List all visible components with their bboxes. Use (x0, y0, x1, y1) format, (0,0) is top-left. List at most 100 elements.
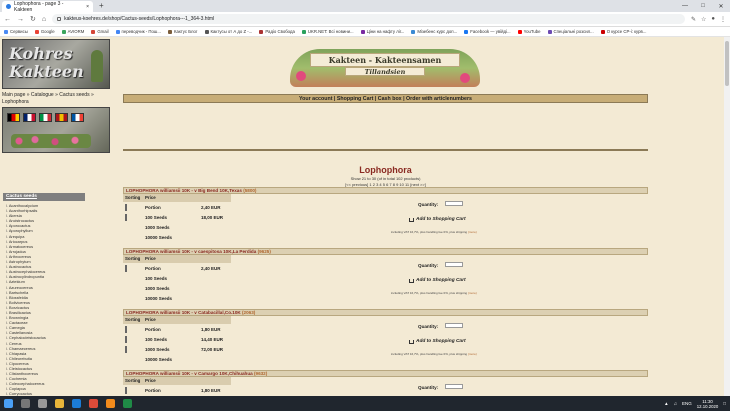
breadcrumb-link[interactable]: Lophophora (2, 99, 29, 105)
es-flag-icon[interactable] (55, 113, 68, 122)
scrollbar-thumb[interactable] (725, 41, 729, 86)
language-indicator[interactable]: ENG (682, 401, 692, 406)
quantity-input[interactable] (445, 384, 463, 389)
bookmark-item[interactable]: О курсе СР-і: курв... (600, 29, 646, 34)
add-to-cart-button[interactable]: Add to Shopping Cart (409, 216, 466, 223)
product-title[interactable]: LOPHOPHORA williamsii 10K - v Catabacill… (123, 309, 648, 316)
browser-tab[interactable]: Lophophora - page 3 - Kakteen × (2, 1, 93, 13)
bookmark-item[interactable]: Радіо Свобода (259, 29, 295, 34)
start-icon[interactable] (4, 399, 13, 408)
product-name[interactable]: LOPHOPHORA williamsii 10K - v Camargo 10… (126, 371, 253, 376)
cart-icon (409, 278, 414, 283)
product-title[interactable]: LOPHOPHORA williamsii 10K - v Camargo 10… (123, 370, 648, 377)
maximize-icon[interactable]: □ (694, 0, 712, 12)
product-name[interactable]: LOPHOPHORA williamsii 10K - v caespitosa… (126, 249, 256, 254)
excel-icon[interactable] (123, 399, 132, 408)
option-price: 1,80 EUR (201, 387, 221, 393)
reload-icon[interactable]: ↻ (30, 15, 36, 23)
option-checkbox[interactable] (125, 386, 127, 394)
volume-icon[interactable]: ♫ (674, 401, 677, 406)
minimize-icon[interactable]: — (676, 0, 694, 12)
bookmark-item[interactable]: Facebook — увійді... (464, 29, 511, 34)
bookmark-icon (411, 29, 416, 34)
network-icon[interactable]: ▲ (664, 401, 668, 406)
breadcrumb-link[interactable]: Main page (2, 92, 25, 98)
cart-icon (409, 217, 414, 222)
bookmark-item[interactable]: переводчик - Пош... (115, 29, 161, 34)
bookmark-item[interactable]: UKR.NET: Всі новини... (301, 29, 354, 34)
profile-icon[interactable]: ● (711, 16, 715, 23)
bookmark-item[interactable]: AVIORM (61, 29, 84, 34)
menu-icon[interactable]: ⋮ (720, 16, 726, 23)
product-name[interactable]: LOPHOPHORA williamsii 10K - v Big Bend 1… (126, 188, 242, 193)
gb-flag-icon[interactable] (23, 113, 36, 122)
url-input[interactable]: kakteus-koehres.de/shop/Cactus-seeds/Lop… (52, 14, 685, 24)
quantity-input[interactable] (445, 323, 463, 328)
option-checkbox[interactable] (125, 335, 127, 343)
bookmark-item[interactable]: Мізебенс курс доп... (411, 29, 457, 34)
option-checkbox[interactable] (125, 264, 127, 272)
option-label: Portion (145, 204, 161, 210)
more-link[interactable]: (more) (468, 291, 477, 295)
new-tab-button[interactable]: + (99, 1, 104, 10)
it-flag-icon[interactable] (39, 113, 52, 122)
de-flag-icon[interactable] (7, 113, 20, 122)
breadcrumb-link[interactable]: Catalogue (31, 92, 54, 98)
notifications-icon[interactable]: □ (723, 401, 726, 406)
sorting-header: Sorting (125, 378, 141, 383)
add-to-cart-button[interactable]: Add to Shopping Cart (409, 277, 466, 284)
page-scrollbar[interactable] (724, 37, 730, 396)
forward-icon[interactable]: → (17, 16, 24, 23)
fr-flag-icon[interactable] (71, 113, 84, 122)
vat-note-text: including VAT 16,7%, plus handling fee 0… (391, 291, 468, 295)
edge-icon[interactable] (72, 399, 81, 408)
tab-close-icon[interactable]: × (86, 4, 89, 10)
site-logo[interactable]: Kohres Kakteen (2, 39, 110, 89)
bookmark-item[interactable]: Gmail (91, 29, 109, 34)
bookmark-item[interactable]: Ціни на нафту ліг... (360, 29, 404, 34)
breadcrumb-link[interactable]: Cactus seeds (59, 92, 89, 98)
translate-icon[interactable]: ✎ (691, 16, 696, 23)
quantity-input[interactable] (445, 262, 463, 267)
firefox-icon[interactable] (106, 399, 115, 408)
product-title[interactable]: LOPHOPHORA williamsii 10K - v Big Bend 1… (123, 187, 648, 194)
window-close-icon[interactable]: ✕ (712, 0, 730, 12)
home-icon[interactable]: ⌂ (42, 16, 46, 23)
option-price: 2,40 EUR (201, 265, 221, 271)
more-link[interactable]: (more) (468, 352, 477, 356)
bookmark-item[interactable]: Кактус Блог (167, 29, 198, 34)
task-view-icon[interactable] (38, 399, 47, 408)
clock-date: 12.10.2020 (696, 403, 719, 409)
product-code: (5800) (243, 188, 257, 193)
option-checkbox[interactable] (125, 325, 127, 333)
explorer-icon[interactable] (55, 399, 64, 408)
option-checkbox[interactable] (125, 213, 127, 221)
price-table: Sorting Price Portion 2,40 EUR 100 Seeds 18,0… (123, 194, 231, 242)
search-icon[interactable] (21, 399, 30, 408)
product-name[interactable]: LOPHOPHORA williamsii 10K - v Catabacill… (126, 310, 241, 315)
bookmark-label: Gmail (97, 29, 109, 34)
quantity-input[interactable] (445, 201, 463, 206)
top-nav[interactable]: Your account | Shopping Cart | Cash box … (123, 94, 648, 103)
bookmark-item[interactable]: Google (34, 29, 55, 34)
sidebar-title[interactable]: Cactus seeds (3, 193, 85, 201)
add-to-cart-button[interactable]: Add to Shopping Cart (409, 338, 466, 345)
bookmark-item[interactable]: YouTube (517, 29, 541, 34)
bookmark-label: Мізебенс курс доп... (417, 29, 458, 34)
option-checkbox[interactable] (125, 345, 127, 353)
bookmark-item[interactable]: Кактусы от А до Z -... (204, 29, 252, 34)
cactus-icon (91, 50, 103, 82)
bookmark-item[interactable]: Спеціальні розсил... (547, 29, 594, 34)
option-checkbox[interactable] (125, 203, 127, 211)
bookmark-item[interactable]: Сервисы (4, 29, 28, 34)
clock[interactable]: 11:30 12.10.2020 (697, 399, 719, 409)
star-icon[interactable]: ☆ (701, 16, 706, 23)
chrome-icon[interactable] (89, 399, 98, 408)
more-link[interactable]: (more) (468, 230, 477, 234)
option-label: Portion (145, 387, 161, 393)
add-to-cart-label: Add to Shopping Cart (416, 339, 466, 344)
product-card: LOPHOPHORA williamsii 10K - v Camargo 10… (123, 370, 648, 396)
option-label: 100 Seeds (145, 214, 168, 220)
back-icon[interactable]: ← (4, 16, 11, 23)
product-title[interactable]: LOPHOPHORA williamsii 10K - v caespitosa… (123, 248, 648, 255)
